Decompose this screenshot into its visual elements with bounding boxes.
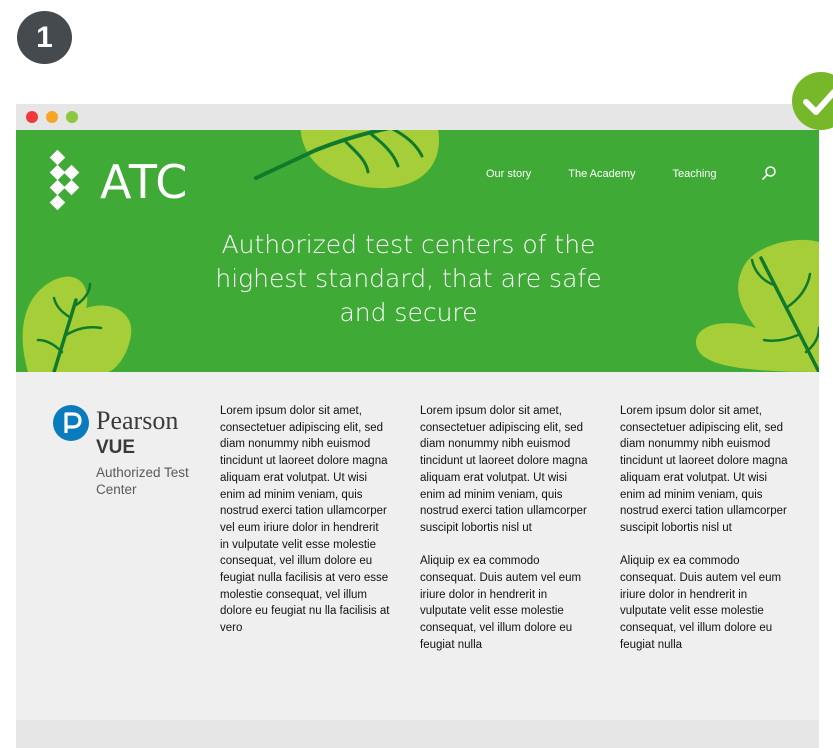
text-column-3: Lorem ipsum dolor sit amet, consectetuer… — [620, 403, 790, 654]
browser-window: ATC Our story The Academy Teaching Autho… — [16, 104, 819, 748]
paragraph: Lorem ipsum dolor sit amet, consectetuer… — [420, 405, 588, 534]
window-titlebar — [16, 104, 819, 130]
main-nav: Our story The Academy Teaching — [486, 168, 717, 180]
pearson-brand: Pearson — [96, 406, 179, 435]
nav-item-teaching[interactable]: Teaching — [673, 168, 717, 180]
text-column-1: Lorem ipsum dolor sit amet, consectetuer… — [220, 403, 390, 637]
checkmark-icon — [803, 89, 833, 115]
atc-logo[interactable]: ATC — [46, 150, 188, 214]
logo-text: ATC — [100, 155, 189, 209]
window-maximize-dot[interactable] — [66, 111, 78, 123]
window-minimize-dot[interactable] — [46, 111, 58, 123]
pearson-p-logo-icon — [53, 405, 89, 441]
pearson-product: VUE — [96, 437, 136, 458]
step-badge: 1 — [17, 11, 72, 64]
paragraph: Lorem ipsum dolor sit amet, consectetuer… — [220, 405, 390, 635]
search-icon[interactable] — [761, 165, 777, 181]
paragraph: Lorem ipsum dolor sit amet, consectetuer… — [620, 405, 788, 534]
text-column-2: Lorem ipsum dolor sit amet, consectetuer… — [420, 403, 590, 654]
step-number: 1 — [36, 20, 53, 54]
atc-diamond-logo-icon — [49, 150, 80, 211]
nav-item-the-academy[interactable]: The Academy — [568, 168, 635, 180]
paragraph: Aliquip ex ea commodo consequat. Duis au… — [420, 555, 582, 651]
hero-headline: Authorized test centers of the highest s… — [215, 230, 602, 327]
footer-band — [16, 720, 819, 748]
approved-check-badge — [792, 72, 833, 130]
nav-item-our-story[interactable]: Our story — [486, 168, 531, 180]
pearson-subtitle: Authorized Test Center — [96, 465, 189, 497]
hero-banner: ATC Our story The Academy Teaching Autho… — [16, 130, 819, 372]
window-close-dot[interactable] — [26, 111, 38, 123]
paragraph: Aliquip ex ea commodo consequat. Duis au… — [620, 555, 782, 651]
